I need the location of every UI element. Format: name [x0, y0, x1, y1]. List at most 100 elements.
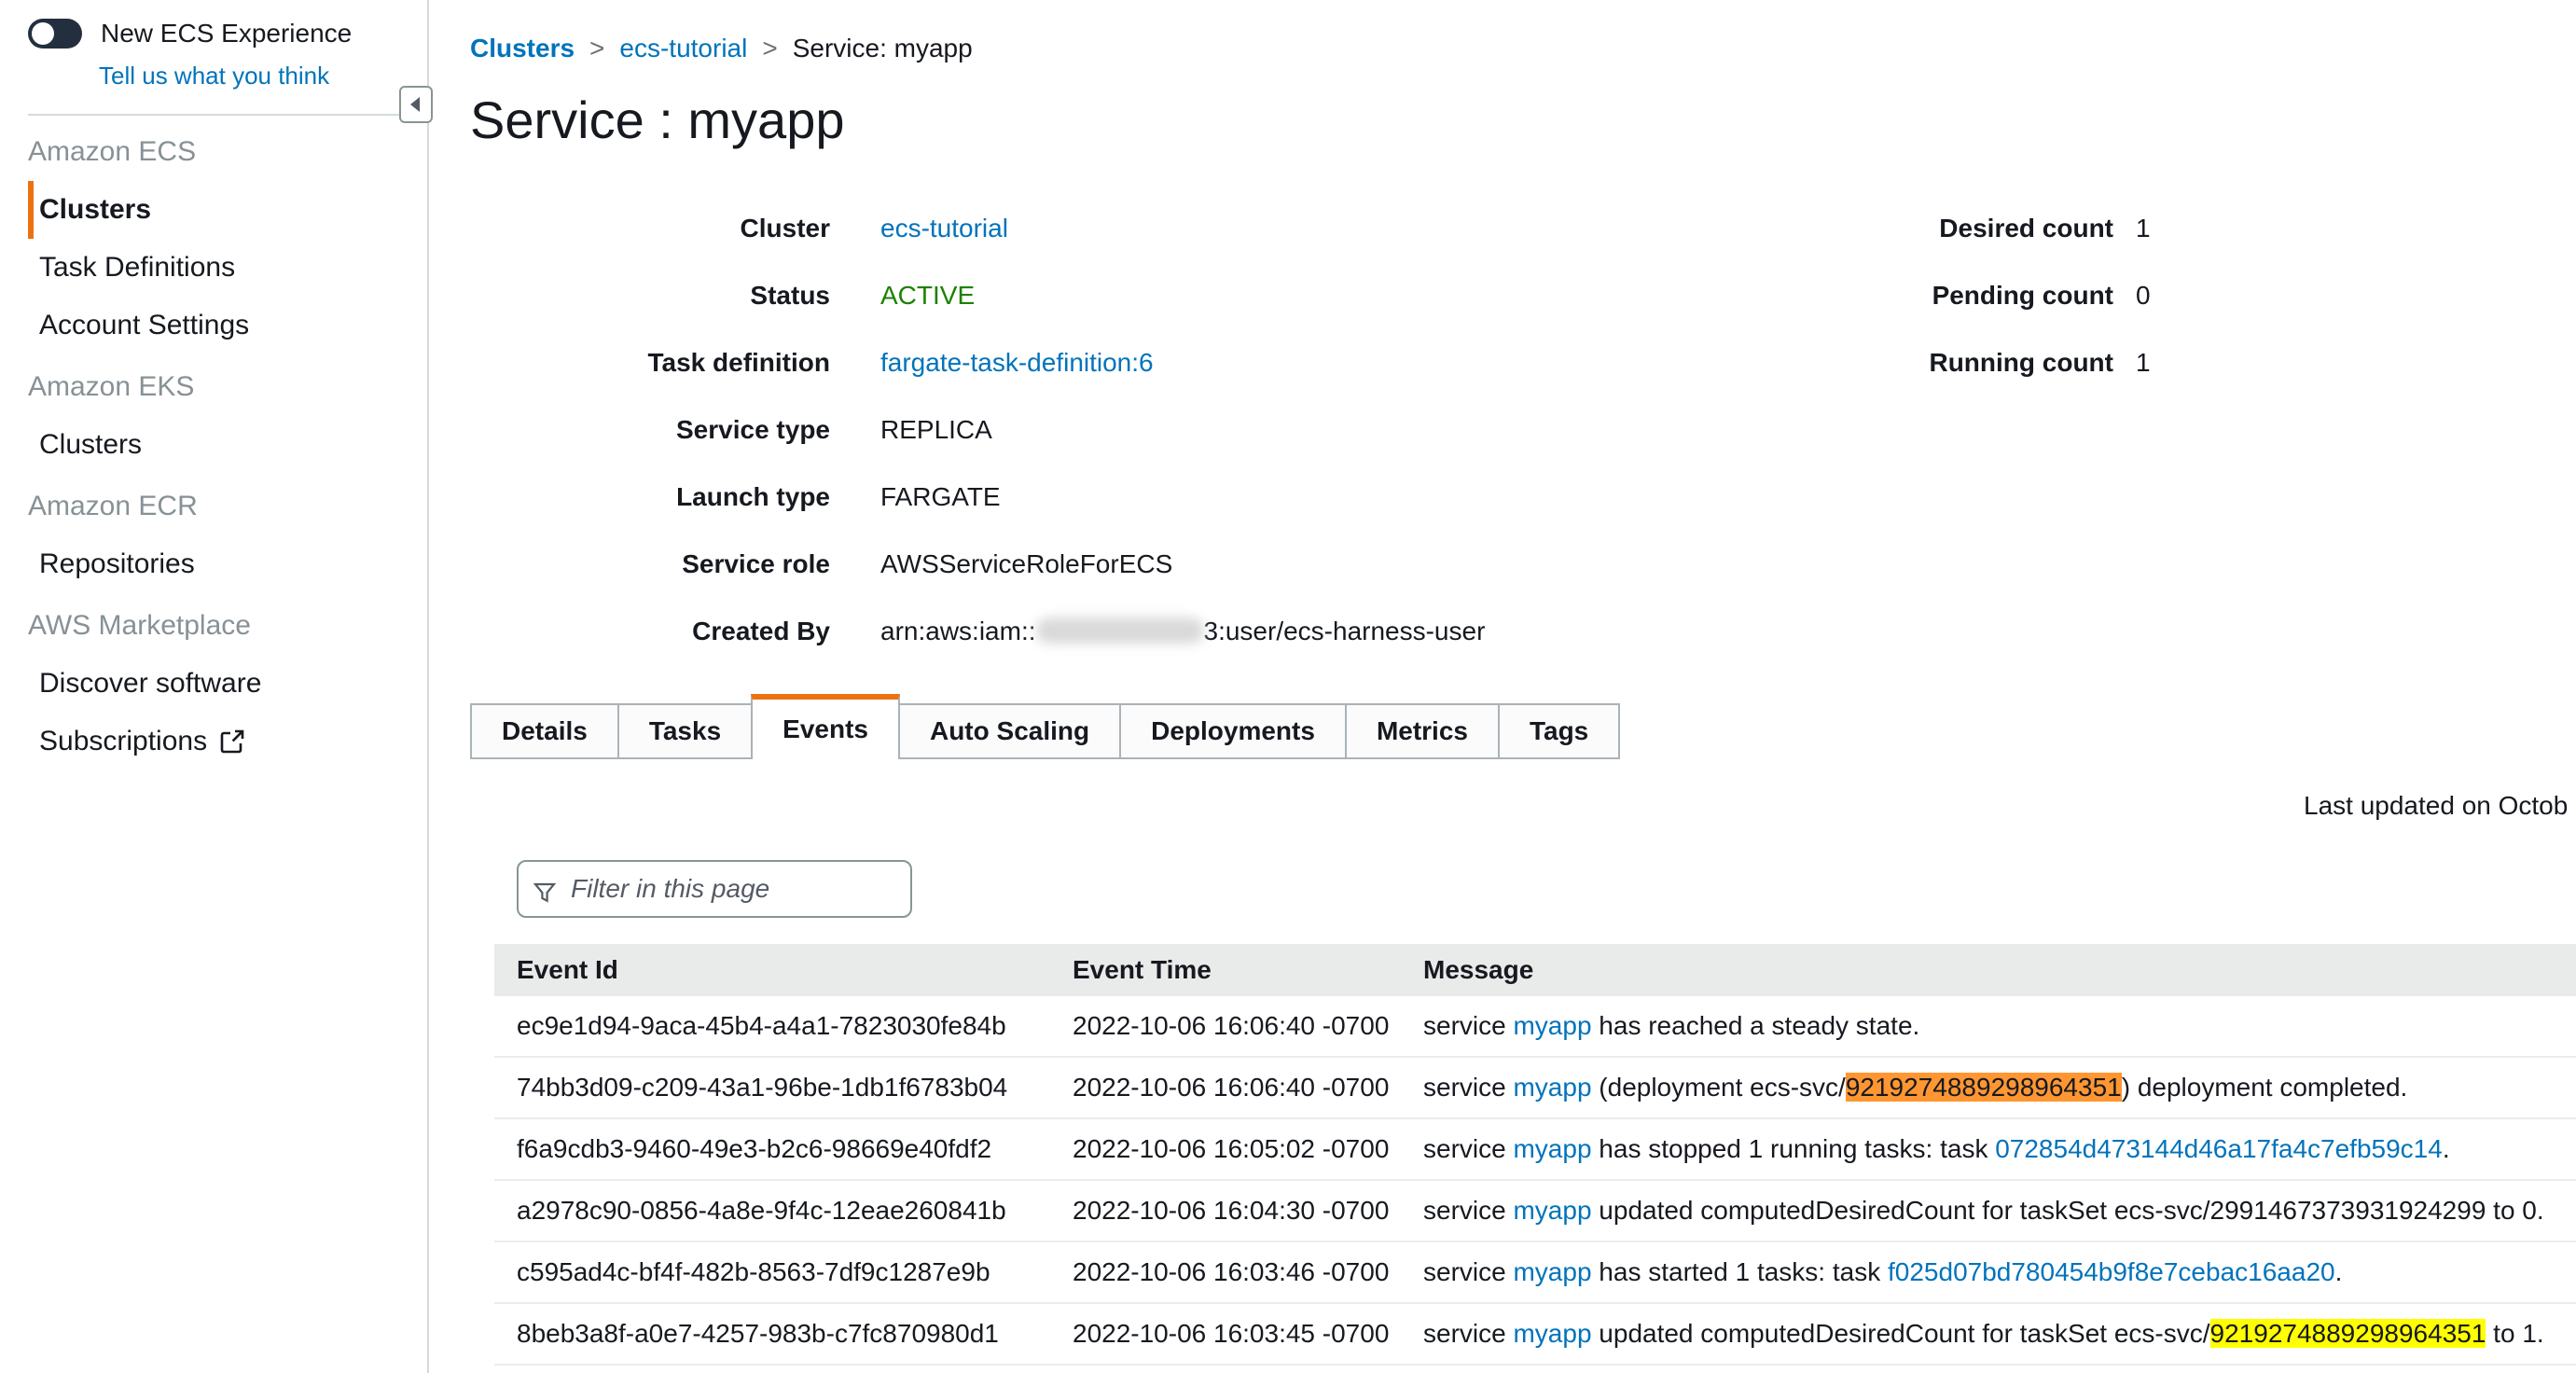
- task-link[interactable]: 072854d473144d46a17fa4c7efb59c14: [1995, 1134, 2443, 1163]
- table-row: 8beb3a8f-a0e7-4257-983b-c7fc870980d1 202…: [494, 1303, 2576, 1365]
- sidebar-item-clusters[interactable]: Clusters: [28, 181, 427, 239]
- arn-prefix: arn:aws:iam::: [880, 617, 1036, 645]
- new-experience-label: New ECS Experience: [101, 19, 352, 49]
- event-id-cell: ec9e1d94-9aca-45b4-a4a1-7823030fe84b: [494, 996, 1050, 1057]
- sidebar: New ECS Experience Tell us what you thin…: [0, 0, 429, 1373]
- event-time-cell: 2022-10-06 16:05:02 -0700: [1050, 1118, 1401, 1180]
- feedback-link[interactable]: Tell us what you think: [99, 62, 329, 90]
- event-time-cell: 2022-10-06 16:02:31 -0700: [1050, 1365, 1401, 1373]
- message-text: service: [1423, 1319, 1513, 1348]
- pending-count-value: 0: [2136, 281, 2151, 311]
- section-header-aws-marketplace: AWS Marketplace: [0, 593, 427, 655]
- redacted-account-id: [1036, 617, 1204, 644]
- service-details: Cluster ecs-tutorial Status ACTIVE Task de…: [470, 195, 2576, 665]
- last-updated-text: Last updated on Octob: [2304, 791, 2568, 821]
- message-text: to 1.: [2486, 1319, 2543, 1348]
- message-text: service: [1423, 1073, 1513, 1102]
- message-text: service: [1423, 1134, 1513, 1163]
- events-table: Event Id Event Time Message ec9e1d94-9ac…: [494, 944, 2576, 1373]
- table-row: 74bb3d09-c209-43a1-96be-1db1f6783b04 202…: [494, 1057, 2576, 1118]
- event-time-cell: 2022-10-06 16:06:40 -0700: [1050, 996, 1401, 1057]
- sidebar-item-repositories[interactable]: Repositories: [28, 535, 427, 593]
- message-cell: service myapp (deployment ecs-svc/921927…: [1401, 1057, 2576, 1118]
- detail-label: Pending count: [1763, 281, 2113, 311]
- tab-details[interactable]: Details: [470, 703, 619, 759]
- sidebar-item-discover-software[interactable]: Discover software: [28, 655, 427, 713]
- event-id-cell: 923b05c1-30b2-47bb-b535-9d2be22084e4: [494, 1365, 1050, 1373]
- task-definition-link[interactable]: fargate-task-definition:6: [880, 348, 1154, 377]
- tab-bar: Details Tasks Events Auto Scaling Deploy…: [470, 694, 1620, 759]
- table-row: f6a9cdb3-9460-49e3-b2c6-98669e40fdf2 202…: [494, 1118, 2576, 1180]
- created-by-value: arn:aws:iam::3:user/ecs-harness-user: [880, 617, 1485, 646]
- message-cell: service myapp has started 1 tasks: task …: [1401, 1241, 2576, 1303]
- sidebar-item-subscriptions[interactable]: Subscriptions: [28, 713, 427, 774]
- sidebar-collapse-button[interactable]: [399, 86, 433, 123]
- detail-label: Status: [470, 281, 830, 311]
- tab-events[interactable]: Events: [751, 694, 900, 759]
- detail-label: Task definition: [470, 348, 830, 378]
- new-experience-row: New ECS Experience: [0, 19, 427, 49]
- tab-metrics[interactable]: Metrics: [1345, 703, 1500, 759]
- table-row: ec9e1d94-9aca-45b4-a4a1-7823030fe84b 202…: [494, 996, 2576, 1057]
- event-id-cell: a2978c90-0856-4a8e-9f4c-12eae260841b: [494, 1180, 1050, 1241]
- breadcrumb-cluster-name[interactable]: ecs-tutorial: [619, 34, 747, 63]
- count-details: Desired count1 Pending count0 Running co…: [1763, 195, 2151, 396]
- task-link[interactable]: f025d07bd780454b9f8e7cebac16aa20: [1888, 1257, 2335, 1286]
- service-link[interactable]: myapp: [1513, 1319, 1591, 1348]
- message-text: has reached a steady state.: [1592, 1011, 1920, 1040]
- sidebar-item-task-definitions[interactable]: Task Definitions: [28, 239, 427, 297]
- message-text: ) deployment completed.: [2122, 1073, 2408, 1102]
- breadcrumb-clusters[interactable]: Clusters: [470, 34, 575, 63]
- event-time-cell: 2022-10-06 16:03:45 -0700: [1050, 1303, 1401, 1365]
- running-count-value: 1: [2136, 348, 2151, 378]
- event-time-cell: 2022-10-06 16:06:40 -0700: [1050, 1057, 1401, 1118]
- sidebar-item-eks-clusters[interactable]: Clusters: [28, 416, 427, 474]
- page-title: Service : myapp: [470, 90, 2576, 150]
- sidebar-item-label: Subscriptions: [39, 726, 207, 756]
- service-link[interactable]: myapp: [1513, 1196, 1591, 1225]
- tab-tags[interactable]: Tags: [1498, 703, 1620, 759]
- service-link[interactable]: myapp: [1513, 1073, 1591, 1102]
- column-header-event-time: Event Time: [1050, 944, 1401, 996]
- table-row: 923b05c1-30b2-47bb-b535-9d2be22084e4 202…: [494, 1365, 2576, 1373]
- tab-tasks[interactable]: Tasks: [617, 703, 753, 759]
- message-cell: service myapp has stopped 1 running task…: [1401, 1365, 2576, 1373]
- message-text: .: [2443, 1134, 2450, 1163]
- message-cell: service myapp has reached a steady state…: [1401, 996, 2576, 1057]
- message-cell: service myapp updated computedDesiredCou…: [1401, 1180, 2576, 1241]
- tab-deployments[interactable]: Deployments: [1119, 703, 1347, 759]
- search-highlight-active: 9219274889298964351: [1846, 1073, 2122, 1102]
- detail-label: Cluster: [470, 214, 830, 243]
- launch-type-value: FARGATE: [880, 482, 1001, 512]
- cluster-link[interactable]: ecs-tutorial: [880, 214, 1008, 243]
- filter-wrap: [517, 860, 912, 918]
- column-header-message: Message: [1401, 944, 2576, 996]
- filter-funnel-icon: [533, 877, 556, 911]
- table-header-row: Event Id Event Time Message: [494, 944, 2576, 996]
- filter-input[interactable]: [517, 860, 912, 918]
- message-text: updated computedDesiredCount for taskSet…: [1592, 1196, 2544, 1225]
- event-id-cell: c595ad4c-bf4f-482b-8563-7df9c1287e9b: [494, 1241, 1050, 1303]
- message-text: service: [1423, 1257, 1513, 1286]
- event-id-cell: 8beb3a8f-a0e7-4257-983b-c7fc870980d1: [494, 1303, 1050, 1365]
- event-time-cell: 2022-10-06 16:04:30 -0700: [1050, 1180, 1401, 1241]
- detail-label: Service type: [470, 415, 830, 445]
- detail-label: Running count: [1763, 348, 2113, 378]
- service-role-value: AWSServiceRoleForECS: [880, 549, 1172, 579]
- event-time-cell: 2022-10-06 16:03:46 -0700: [1050, 1241, 1401, 1303]
- arn-suffix: 3:user/ecs-harness-user: [1204, 617, 1486, 645]
- external-link-icon: [220, 729, 244, 760]
- breadcrumb-separator: >: [762, 34, 777, 63]
- toggle-knob-icon: [32, 22, 54, 45]
- event-id-cell: f6a9cdb3-9460-49e3-b2c6-98669e40fdf2: [494, 1118, 1050, 1180]
- tab-auto-scaling[interactable]: Auto Scaling: [898, 703, 1121, 759]
- detail-label: Created By: [470, 617, 830, 646]
- service-link[interactable]: myapp: [1513, 1134, 1591, 1163]
- service-link[interactable]: myapp: [1513, 1011, 1591, 1040]
- section-header-amazon-eks: Amazon EKS: [0, 354, 427, 416]
- service-link[interactable]: myapp: [1513, 1257, 1591, 1286]
- new-experience-toggle[interactable]: [28, 19, 82, 49]
- status-value: ACTIVE: [880, 281, 975, 311]
- sidebar-item-account-settings[interactable]: Account Settings: [28, 297, 427, 354]
- breadcrumb: Clusters > ecs-tutorial > Service: myapp: [470, 34, 2576, 63]
